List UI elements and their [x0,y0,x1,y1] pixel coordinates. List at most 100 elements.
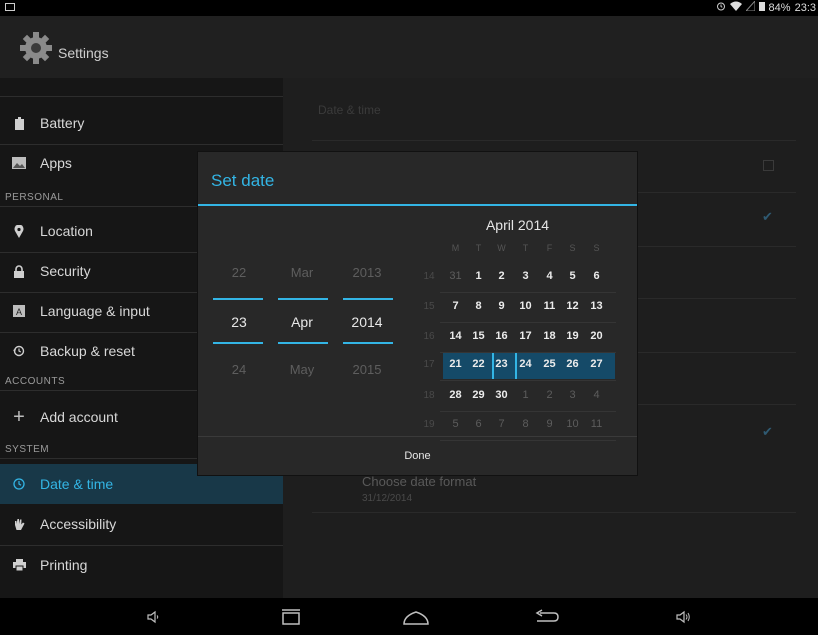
calendar-day[interactable]: 31 [444,270,467,282]
calendar-day-selected[interactable]: 23 [490,358,513,370]
calendar-day[interactable]: 10 [514,300,537,312]
calendar-day[interactable]: 11 [538,300,561,312]
checkbox-checked-icon[interactable]: ✔ [762,424,773,440]
calendar-day[interactable]: 20 [585,330,608,342]
battery-icon [12,116,26,130]
app-title: Settings [58,45,109,61]
year-picker-next[interactable]: 2015 [335,362,399,377]
calendar-day[interactable]: 16 [490,330,513,342]
calendar-day[interactable]: 30 [490,389,513,401]
clock-time: 23:3 [794,1,816,14]
back-icon[interactable] [530,598,564,635]
calendar-day[interactable]: 13 [585,300,608,312]
sidebar-item-label: Location [40,223,93,239]
hand-icon [12,517,26,531]
week-number: 18 [423,390,435,401]
calendar-day[interactable]: 9 [538,418,561,430]
calendar-day[interactable]: 1 [514,389,537,401]
settings-gear-icon[interactable] [16,31,56,65]
day-picker-next[interactable]: 24 [207,362,271,377]
picker-divider [213,342,263,344]
weekday-header: S [569,243,576,253]
calendar-day[interactable]: 2 [490,270,513,282]
recent-apps-icon[interactable] [274,598,308,635]
printer-icon [12,558,26,572]
picker-divider [213,298,263,300]
picker-divider [343,342,393,344]
calendar-day[interactable]: 1 [467,270,490,282]
home-icon[interactable] [398,598,434,635]
date-format-title[interactable]: Choose date format [362,474,476,489]
day-picker-prev[interactable]: 22 [207,265,271,280]
calendar-day[interactable]: 25 [538,358,561,370]
calendar-day[interactable]: 22 [467,358,490,370]
pane-header: Date & time [318,103,381,117]
checkbox-checked-icon[interactable]: ✔ [762,209,773,225]
calendar-day[interactable]: 5 [444,418,467,430]
calendar-day[interactable]: 14 [444,330,467,342]
calendar-day[interactable]: 15 [467,330,490,342]
calendar-day[interactable]: 26 [561,358,584,370]
calendar-day[interactable]: 7 [444,300,467,312]
sidebar-item-printing[interactable]: Printing [0,548,283,582]
calendar-day[interactable]: 9 [490,300,513,312]
sidebar-item-label: Language & input [40,303,150,319]
sidebar-item-label: Printing [40,557,88,573]
volume-down-icon[interactable] [138,598,168,635]
divider [312,512,796,513]
day-picker-selected[interactable]: 23 [207,314,271,330]
sidebar-item-accessibility[interactable]: Accessibility [0,507,283,541]
clock-icon [12,477,26,491]
keyboard-icon: A [12,304,26,318]
checkbox-unchecked[interactable] [763,160,774,171]
month-picker-next[interactable]: May [270,362,334,377]
calendar-month-label: April 2014 [485,217,550,233]
sidebar-item-label: Add account [40,409,118,425]
sidebar-item-label: Accessibility [40,516,117,532]
calendar-day[interactable]: 8 [514,418,537,430]
sidebar-item-battery[interactable]: Battery [0,106,283,140]
calendar-day[interactable]: 7 [490,418,513,430]
month-picker-prev[interactable]: Mar [270,265,334,280]
divider [0,144,283,145]
calendar-day[interactable]: 6 [467,418,490,430]
calendar-row-divider [440,411,616,412]
weekday-header: F [546,243,553,253]
calendar-day[interactable]: 3 [514,270,537,282]
calendar-day[interactable]: 10 [561,418,584,430]
month-picker-selected[interactable]: Apr [270,314,334,330]
year-picker-selected[interactable]: 2014 [335,314,399,330]
notification-icon [5,3,15,11]
calendar-day[interactable]: 28 [444,389,467,401]
week-number: 17 [423,359,435,370]
date-format-value: 31/12/2014 [362,493,413,504]
calendar-day[interactable]: 3 [561,389,584,401]
weekday-header: M [451,243,460,253]
calendar-day[interactable]: 19 [561,330,584,342]
calendar-day[interactable]: 6 [585,270,608,282]
volume-up-icon[interactable] [668,598,698,635]
picker-divider [278,298,328,300]
calendar-day[interactable]: 24 [514,358,537,370]
year-picker-prev[interactable]: 2013 [335,265,399,280]
section-header-system: SYSTEM [5,444,50,455]
calendar-day[interactable]: 12 [561,300,584,312]
location-pin-icon [12,224,26,238]
calendar-day[interactable]: 4 [538,270,561,282]
sidebar-item-label: Security [40,263,91,279]
calendar-day[interactable]: 29 [467,389,490,401]
calendar-day[interactable]: 17 [514,330,537,342]
calendar-day[interactable]: 18 [538,330,561,342]
battery-icon [758,1,765,14]
calendar-day[interactable]: 4 [585,389,608,401]
calendar-day[interactable]: 27 [585,358,608,370]
calendar-day[interactable]: 21 [444,358,467,370]
calendar-day[interactable]: 8 [467,300,490,312]
sidebar-item-label: Date & time [40,476,114,492]
calendar-day[interactable]: 11 [585,418,608,430]
battery-percent: 84% [768,1,791,14]
done-button[interactable]: Done [198,437,637,475]
section-header-accounts: ACCOUNTS [5,376,66,387]
calendar-day[interactable]: 2 [538,389,561,401]
calendar-day[interactable]: 5 [561,270,584,282]
